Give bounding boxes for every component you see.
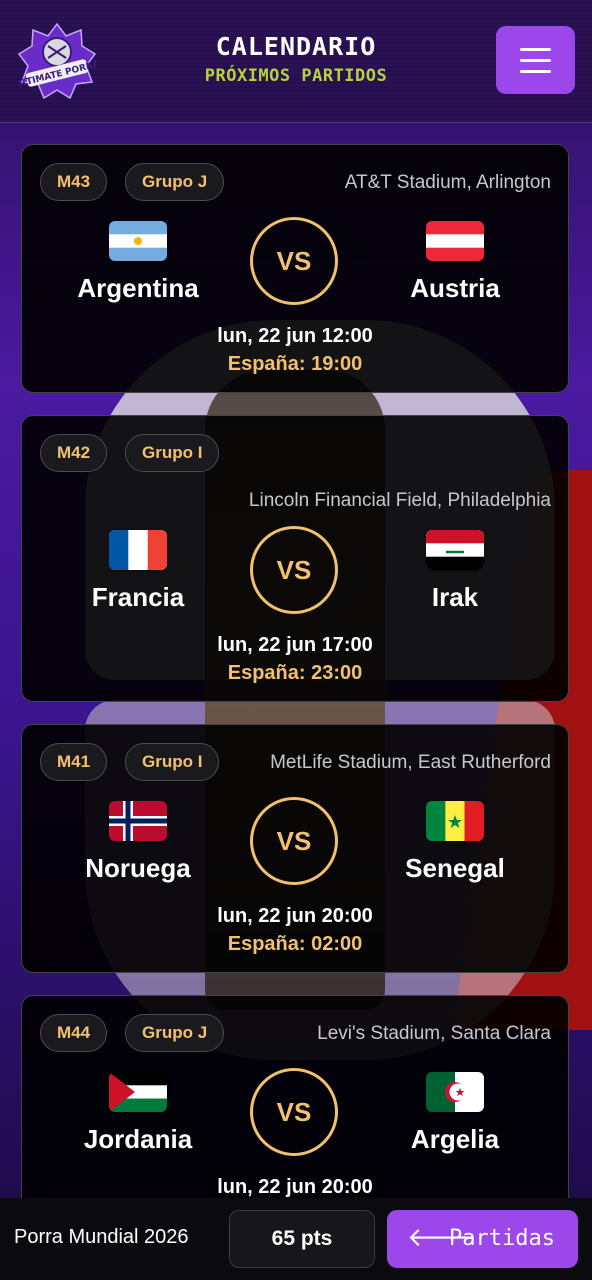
- spain-time: España: 23:00: [227, 662, 363, 684]
- match-code-badge: M43: [40, 163, 108, 201]
- home-team-name: Noruega: [85, 853, 191, 883]
- points-display: 65 pts: [229, 1210, 375, 1268]
- home-team-name: Argentina: [77, 273, 199, 303]
- match-code-badge: M44: [40, 1014, 108, 1052]
- match-datetime: lun, 22 jun 17:00: [217, 634, 373, 656]
- group-badge: Grupo J: [125, 163, 225, 201]
- vs-badge: VS: [250, 526, 338, 614]
- vs-badge: VS: [250, 1068, 338, 1156]
- france-flag-icon: [109, 530, 167, 570]
- venue-label: Levi's Stadium, Santa Clara: [317, 1023, 551, 1044]
- match-datetime: lun, 22 jun 20:00: [217, 1176, 373, 1198]
- iraq-flag-icon: [426, 530, 484, 570]
- app-header: ULTIMATE PORRA CALENDARIO PRÓXIMOS PARTI…: [0, 0, 592, 123]
- match-code-badge: M42: [40, 434, 108, 472]
- spain-time: España: 19:00: [227, 353, 363, 375]
- group-badge: Grupo I: [125, 434, 220, 472]
- group-badge: Grupo I: [125, 743, 220, 781]
- vs-badge: VS: [250, 217, 338, 305]
- match-datetime: lun, 22 jun 12:00: [217, 325, 373, 347]
- venue-label: MetLife Stadium, East Rutherford: [270, 752, 551, 773]
- match-card[interactable]: M43 Grupo J AT&T Stadium, Arlington Arge…: [21, 144, 569, 393]
- bottom-bar: Porra Mundial 2026 65 pts 🡐 Partidas: [0, 1198, 592, 1280]
- match-datetime: lun, 22 jun 20:00: [217, 905, 373, 927]
- match-card[interactable]: M42 Grupo I Lincoln Financial Field, Phi…: [21, 415, 569, 702]
- norway-flag-icon: [109, 801, 167, 841]
- argentina-flag-icon: [109, 221, 167, 261]
- away-team-name: Senegal: [405, 853, 505, 883]
- group-badge: Grupo J: [125, 1014, 225, 1052]
- hamburger-icon: [520, 48, 551, 51]
- match-card[interactable]: M41 Grupo I MetLife Stadium, East Ruther…: [21, 724, 569, 973]
- app-name-label: Porra Mundial 2026: [14, 1226, 189, 1248]
- senegal-flag-icon: [426, 801, 484, 841]
- venue-label: AT&T Stadium, Arlington: [344, 172, 551, 193]
- home-team-name: Jordania: [83, 1124, 193, 1154]
- algeria-flag-icon: [426, 1072, 484, 1112]
- away-team-name: Austria: [410, 273, 500, 303]
- away-team-name: Argelia: [410, 1124, 500, 1154]
- vs-badge: VS: [250, 797, 338, 885]
- austria-flag-icon: [426, 221, 484, 261]
- menu-button[interactable]: [496, 26, 575, 94]
- partidas-button[interactable]: 🡐 Partidas: [387, 1210, 578, 1268]
- home-team-name: Francia: [91, 582, 185, 612]
- away-team-name: Irak: [431, 582, 479, 612]
- spain-time: España: 02:00: [227, 933, 363, 955]
- match-code-badge: M41: [40, 743, 108, 781]
- partidas-label: Partidas: [449, 1226, 555, 1251]
- match-list[interactable]: M43 Grupo J AT&T Stadium, Arlington Arge…: [0, 122, 592, 1198]
- jordan-flag-icon: [109, 1072, 167, 1112]
- venue-label: Lincoln Financial Field, Philadelphia: [248, 490, 551, 511]
- match-card[interactable]: M44 Grupo J Levi's Stadium, Santa Clara …: [21, 995, 569, 1198]
